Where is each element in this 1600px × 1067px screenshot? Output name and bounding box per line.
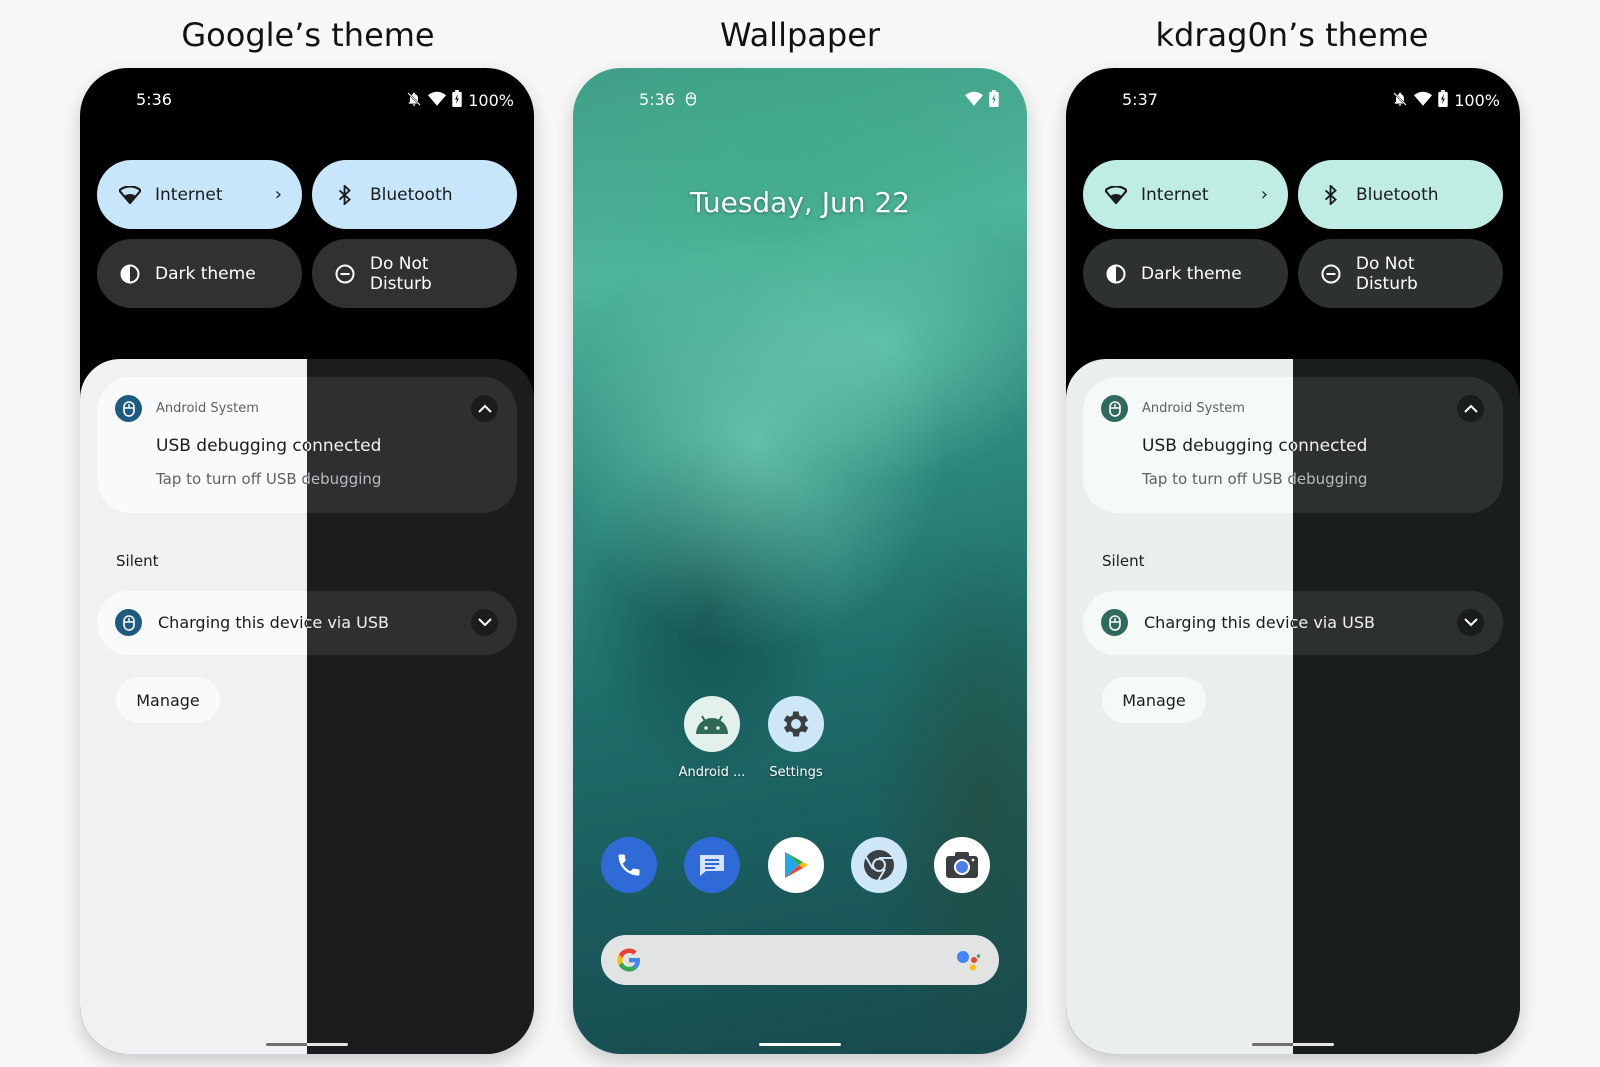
camera-icon[interactable] bbox=[934, 837, 990, 893]
chevron-right-icon: › bbox=[274, 184, 282, 205]
battery-percent: 100% bbox=[1454, 91, 1500, 110]
chevron-right-icon: › bbox=[1260, 184, 1268, 205]
expand-button[interactable] bbox=[471, 609, 498, 636]
tile-bluetooth[interactable]: Bluetooth bbox=[1298, 160, 1503, 229]
battery-charging-icon bbox=[452, 90, 462, 111]
collapse-button[interactable] bbox=[471, 395, 498, 422]
tile-do-not-disturb[interactable]: Do Not Disturb bbox=[1298, 239, 1503, 308]
status-time: 5:36 bbox=[136, 90, 172, 109]
gesture-nav-bar[interactable] bbox=[1252, 1043, 1334, 1046]
usb-debug-icon bbox=[685, 91, 697, 112]
status-time: 5:37 bbox=[1122, 90, 1158, 109]
status-bar: 5:37 100% bbox=[1066, 90, 1520, 116]
tile-internet[interactable]: Internet › bbox=[97, 160, 302, 229]
dark-theme-icon bbox=[1105, 263, 1127, 285]
tile-label: Dark theme bbox=[1141, 263, 1242, 284]
battery-percent: 100% bbox=[468, 91, 514, 110]
tile-do-not-disturb[interactable]: Do Not Disturb bbox=[312, 239, 517, 308]
status-time: 5:36 bbox=[639, 90, 675, 109]
gesture-nav-bar[interactable] bbox=[266, 1043, 348, 1046]
play-store-icon[interactable] bbox=[768, 837, 824, 893]
app-label-settings: Settings bbox=[769, 765, 823, 780]
wifi-icon bbox=[119, 184, 141, 206]
phone-wallpaper: 5:36 Tuesday, Jun 22 Android ... Setting… bbox=[573, 68, 1027, 1054]
tile-label: Do Not Disturb bbox=[1355, 253, 1418, 294]
bluetooth-icon bbox=[334, 184, 356, 206]
quick-settings: Internet › Bluetooth Dark theme Do Not D… bbox=[97, 160, 517, 308]
google-g-icon bbox=[615, 946, 643, 979]
google-assistant-icon[interactable] bbox=[955, 948, 981, 977]
notification-shade: Android System USB debugging connected U… bbox=[80, 359, 534, 1054]
android-system-icon bbox=[115, 609, 142, 636]
tile-label: Bluetooth bbox=[1356, 184, 1439, 205]
app-label-android: Android ... bbox=[678, 765, 746, 780]
messages-icon[interactable] bbox=[684, 837, 740, 893]
title-google-theme: Google’s theme bbox=[181, 16, 435, 54]
gesture-nav-bar[interactable] bbox=[759, 1043, 841, 1046]
manage-button[interactable]: Manage bbox=[116, 677, 220, 723]
notification-app-name: Android System bbox=[156, 401, 259, 416]
chrome-icon[interactable] bbox=[851, 837, 907, 893]
notification-usb-debugging[interactable]: Android System USB debugging connected U… bbox=[97, 377, 517, 513]
wifi-icon bbox=[428, 91, 447, 111]
do-not-disturb-icon bbox=[1320, 263, 1342, 285]
android-system-icon bbox=[1101, 609, 1128, 636]
tile-label: Internet bbox=[155, 184, 223, 205]
bell-off-icon bbox=[406, 91, 422, 111]
notification-shade: Android System USB debugging connected U… bbox=[1066, 359, 1520, 1054]
lockscreen-date: Tuesday, Jun 22 bbox=[690, 186, 910, 219]
phone-icon[interactable] bbox=[601, 837, 657, 893]
section-label-silent: Silent bbox=[1102, 552, 1145, 570]
notification-usb-debugging[interactable]: Android System USB debugging connected U… bbox=[1083, 377, 1503, 513]
notification-charging[interactable]: Charging this device via USB Charging th… bbox=[97, 591, 517, 655]
manage-button[interactable]: Manage bbox=[1102, 677, 1206, 723]
do-not-disturb-icon bbox=[334, 263, 356, 285]
android-icon[interactable] bbox=[684, 696, 740, 752]
collapse-button[interactable] bbox=[1457, 395, 1484, 422]
phone-google-theme: 5:36 100% Internet › Bluetooth Dark them… bbox=[80, 68, 534, 1054]
settings-gear-icon[interactable] bbox=[768, 696, 824, 752]
battery-charging-icon bbox=[989, 90, 999, 111]
section-label-silent: Silent bbox=[116, 552, 159, 570]
wifi-icon bbox=[1105, 184, 1127, 206]
bell-off-icon bbox=[1392, 91, 1408, 111]
tile-internet[interactable]: Internet › bbox=[1083, 160, 1288, 229]
bluetooth-icon bbox=[1320, 184, 1342, 206]
notification-charging[interactable]: Charging this device via USB Charging th… bbox=[1083, 591, 1503, 655]
battery-charging-icon bbox=[1438, 90, 1448, 111]
phone-kdrag0n-theme: 5:37 100% Internet › Bluetooth Dark them… bbox=[1066, 68, 1520, 1054]
title-wallpaper: Wallpaper bbox=[719, 16, 881, 54]
notification-app-name: Android System bbox=[1142, 401, 1245, 416]
tile-dark-theme[interactable]: Dark theme bbox=[97, 239, 302, 308]
quick-settings: Internet › Bluetooth Dark theme Do Not D… bbox=[1083, 160, 1503, 308]
expand-button[interactable] bbox=[1457, 609, 1484, 636]
dark-theme-icon bbox=[119, 263, 141, 285]
google-search-bar[interactable] bbox=[601, 935, 999, 985]
status-bar: 5:36 100% bbox=[80, 90, 534, 116]
wifi-icon bbox=[1414, 91, 1433, 111]
android-system-icon bbox=[115, 395, 142, 422]
tile-bluetooth[interactable]: Bluetooth bbox=[312, 160, 517, 229]
tile-label: Internet bbox=[1141, 184, 1209, 205]
android-system-icon bbox=[1101, 395, 1128, 422]
tile-dark-theme[interactable]: Dark theme bbox=[1083, 239, 1288, 308]
title-kdrag0n-theme: kdrag0n’s theme bbox=[1155, 16, 1429, 54]
tile-label: Bluetooth bbox=[370, 184, 453, 205]
wifi-icon bbox=[965, 91, 983, 111]
tile-label: Do Not Disturb bbox=[369, 253, 432, 294]
status-bar: 5:36 bbox=[573, 90, 1027, 116]
tile-label: Dark theme bbox=[155, 263, 256, 284]
